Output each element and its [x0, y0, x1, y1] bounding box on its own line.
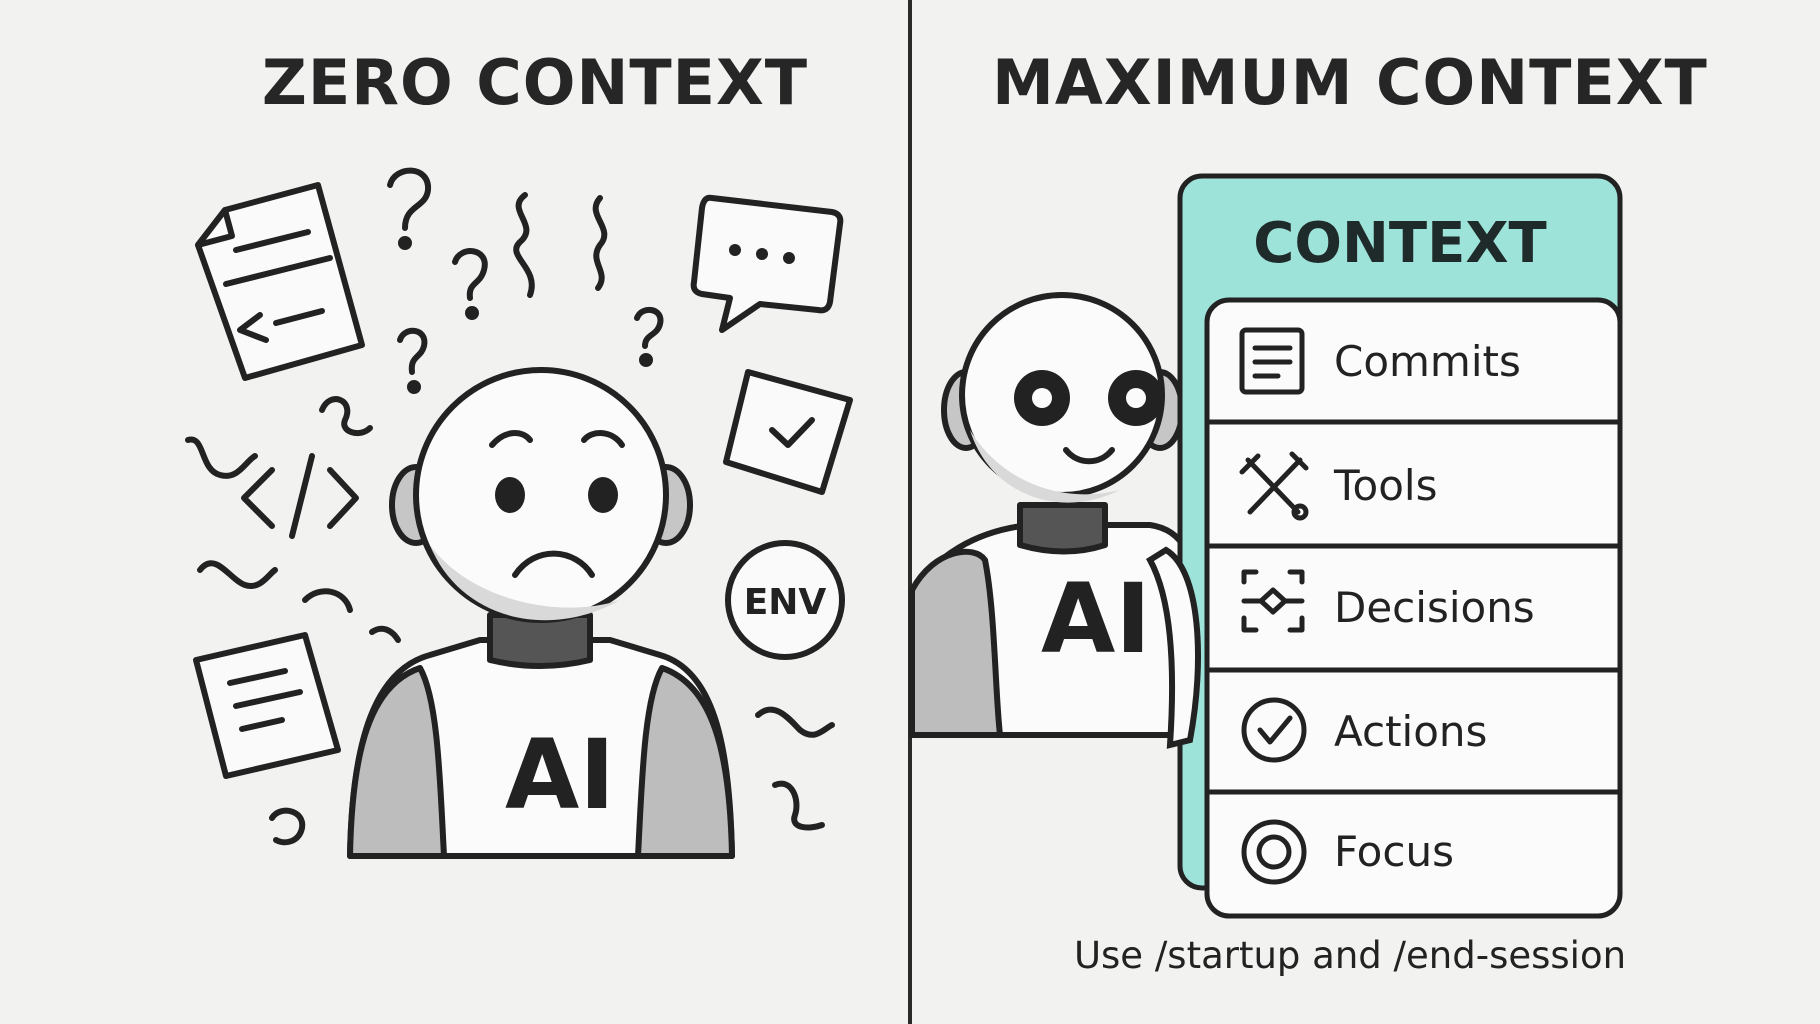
usage-caption: Use /startup and /end-session: [1073, 934, 1627, 977]
note-document-icon: [193, 632, 341, 779]
context-item-label: Actions: [1334, 707, 1487, 756]
comparison-diagram: ZERO CONTEXT MAXIMUM CONTEXT ENV AI AI C…: [0, 0, 1820, 1024]
question-mark-icon: [387, 167, 431, 250]
code-brackets-icon: [241, 453, 359, 539]
context-item-label: Tools: [1333, 461, 1437, 510]
context-item-label: Commits: [1334, 337, 1521, 386]
checkbox-icon: [723, 369, 853, 495]
squiggle-mark: [185, 436, 258, 479]
context-item-label: Decisions: [1334, 583, 1535, 632]
env-badge-label: ENV: [744, 582, 827, 623]
question-mark-icon: [397, 328, 428, 394]
context-card-header: CONTEXT: [1253, 211, 1546, 276]
squiggle-mark: [772, 780, 825, 831]
question-mark-icon: [269, 807, 306, 846]
context-card: [1177, 173, 1623, 919]
code-document-icon: [195, 182, 365, 381]
squiggle-mark: [592, 195, 608, 291]
squiggle-mark: [302, 588, 353, 613]
illustration: ENV AI AI CONTEXT Commits Tools Decision…: [185, 0, 1623, 1024]
robot-chest-label: AI: [505, 719, 615, 831]
squiggle-mark: [755, 706, 835, 738]
question-mark-icon: [452, 248, 488, 320]
robot-chest-label: AI: [1041, 563, 1151, 675]
squiggle-mark: [319, 396, 373, 437]
context-item-label: Focus: [1334, 827, 1454, 876]
question-mark-icon: [634, 306, 664, 367]
squiggle-mark: [513, 192, 535, 298]
squiggle-mark: [197, 560, 278, 589]
speech-bubble-icon: [690, 194, 844, 333]
squiggle-mark: [369, 625, 401, 643]
